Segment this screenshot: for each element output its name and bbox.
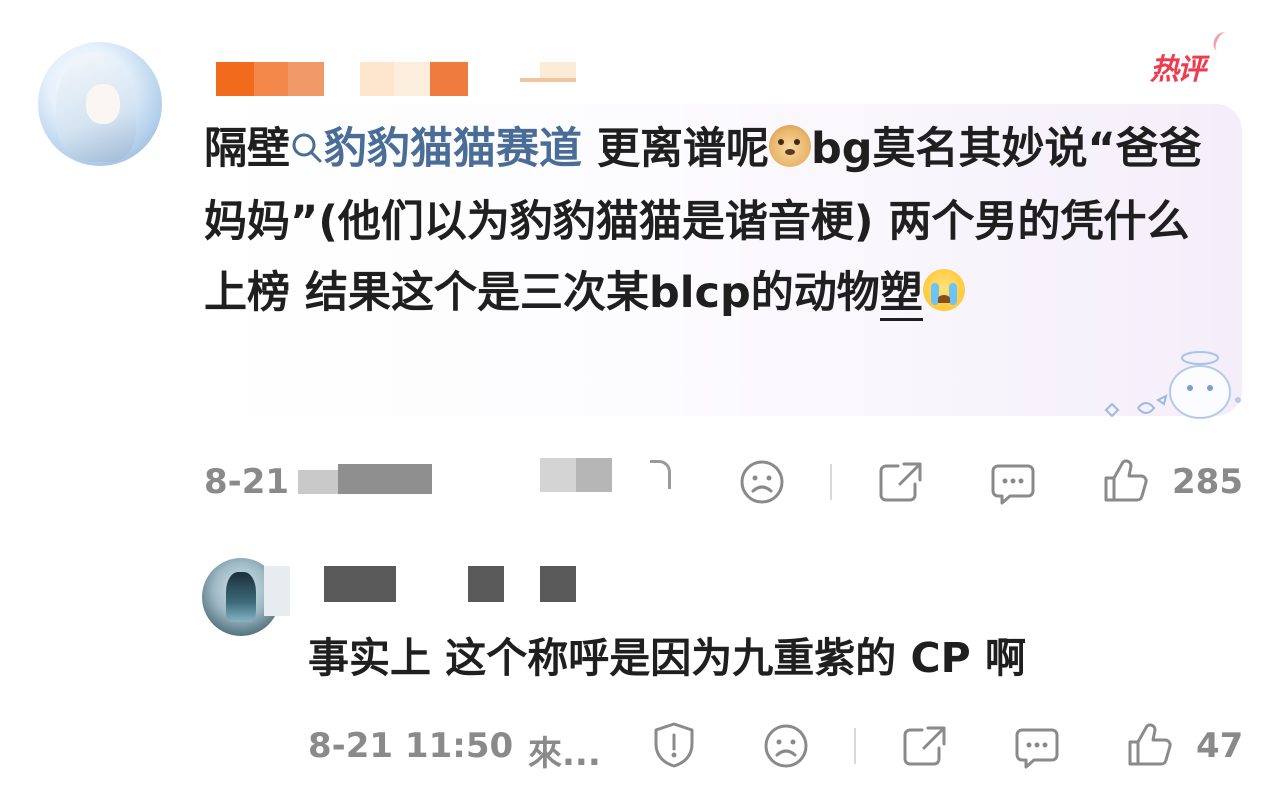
share-icon[interactable] [876,458,926,506]
reply-text: 事实上 这个称呼是因为九重紫的 CP 啊 [308,634,1026,682]
comment-text-part: 更离谱呢 [582,124,769,174]
frown-icon[interactable] [738,458,786,506]
watermark-overlay [1000,770,1280,802]
search-icon [290,116,324,187]
reply-like-count: 47 [1196,726,1244,766]
comment-text-prefix: 隔壁 [204,124,290,174]
bunny-sticker-icon [1104,351,1241,419]
thumbs-up-icon[interactable] [1100,456,1150,506]
avatar[interactable] [38,42,162,166]
thumbs-up-icon[interactable] [1124,720,1174,770]
like-count: 285 [1172,462,1243,502]
comment-text: 隔壁 豹豹猫猫赛道 更离谱呢 bg莫名其妙说“爸爸妈妈”(他们以为豹豹猫猫是谐音梗)… [204,114,1214,329]
comment-timestamp: 8-21 [204,462,290,502]
hashtag-label: 豹豹猫猫赛道 [324,124,582,174]
comment-icon[interactable] [1012,722,1062,772]
share-icon[interactable] [900,722,950,770]
avatar-figure [226,572,256,622]
comment-text-end: 塑 [879,268,923,321]
comment-icon[interactable] [988,458,1038,508]
doge-emoji-icon [768,125,811,167]
hot-badge-flame [1210,29,1233,55]
avatar-face [86,84,120,124]
reply-source: 來... [528,734,601,774]
frown-icon[interactable] [762,722,810,770]
hashtag-link[interactable]: 豹豹猫猫赛道 [290,124,582,174]
report-icon[interactable] [650,720,698,770]
hot-comment-badge: 热评 [1150,52,1206,86]
reply-timestamp: 8-21 11:50 [308,726,514,766]
action-divider [830,464,832,500]
action-divider [854,728,856,764]
crying-emoji-icon [922,269,965,311]
